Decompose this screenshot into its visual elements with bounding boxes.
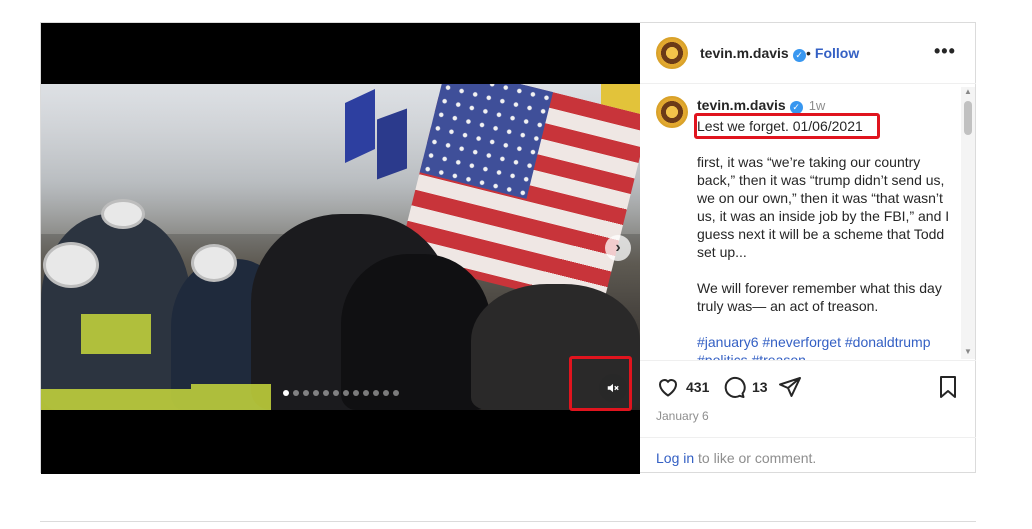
comment-bubble-icon [724, 377, 746, 398]
post-side-panel: tevin.m.davis ✓ • Follow ••• tevin.m.davis… [640, 23, 976, 474]
carousel-dot [353, 390, 359, 396]
carousel-dot [343, 390, 349, 396]
caption-username[interactable]: tevin.m.davis ✓ 1w [697, 97, 825, 114]
like-count: 431 [686, 379, 710, 395]
caption-avatar[interactable] [656, 96, 688, 128]
heart-icon [658, 379, 678, 397]
post-actions: 431 13 January 6 Log in to like or comme… [640, 360, 976, 474]
caption-area[interactable]: tevin.m.davis ✓ 1w Lest we forget. 01/06/2… [640, 84, 976, 360]
paper-plane-icon [779, 377, 801, 397]
comment-button[interactable]: 13 [722, 375, 768, 399]
scene-police-vest [191, 384, 271, 410]
instagram-post: › tevin.m.davis ✓ • Follow ••• tevin.m.d… [40, 22, 976, 474]
login-prompt-text: to like or comment. [694, 450, 817, 466]
carousel-dot [303, 390, 309, 396]
carousel-dot [333, 390, 339, 396]
scene-police-vest [81, 314, 151, 354]
carousel-dot [363, 390, 369, 396]
caption-paragraph: We will forever remember what this day t… [697, 280, 942, 314]
next-slide-button[interactable]: › [605, 235, 631, 261]
carousel-indicator [283, 390, 399, 396]
carousel-dot [393, 390, 399, 396]
scene-helmet [101, 199, 145, 229]
carousel-dot [313, 390, 319, 396]
chevron-right-icon: › [615, 239, 621, 256]
login-prompt: Log in to like or comment. [640, 437, 976, 478]
caption-text: Lest we forget. 01/06/2021 first, it was… [697, 117, 962, 360]
caption-paragraph: first, it was “we’re taking our country … [697, 154, 950, 260]
speaker-muted-icon [607, 383, 619, 393]
carousel-dot [383, 390, 389, 396]
post-date: January 6 [656, 409, 709, 423]
verified-badge-icon: ✓ [789, 101, 803, 114]
carousel-dot [293, 390, 299, 396]
bookmark-icon [940, 376, 956, 398]
scroll-up-arrow-icon[interactable]: ▲ [961, 87, 975, 99]
author-username[interactable]: tevin.m.davis ✓ [700, 45, 806, 62]
carousel-dot [283, 390, 289, 396]
scene-helmet [191, 244, 237, 282]
caption-scrollbar[interactable]: ▲ ▼ [961, 87, 975, 359]
scene-police-vest [41, 389, 191, 410]
follow-button[interactable]: • Follow [806, 45, 859, 61]
caption-first-line: Lest we forget. 01/06/2021 [697, 118, 863, 134]
mute-toggle-button[interactable] [599, 374, 627, 402]
post-media[interactable]: › [41, 23, 640, 474]
scene-blue-flag [377, 108, 407, 180]
more-options-icon[interactable]: ••• [934, 41, 956, 62]
page-divider [40, 521, 976, 522]
share-button[interactable] [778, 375, 802, 399]
scene-crowd [341, 254, 491, 410]
scene-helmet [43, 242, 99, 288]
scroll-down-arrow-icon[interactable]: ▼ [961, 347, 975, 359]
verified-badge-icon: ✓ [792, 49, 806, 62]
save-button[interactable] [937, 375, 959, 399]
video-frame[interactable] [41, 84, 640, 410]
caption-timestamp: 1w [808, 98, 826, 113]
author-avatar[interactable] [656, 37, 688, 69]
carousel-dot [373, 390, 379, 396]
carousel-dot [323, 390, 329, 396]
scrollbar-thumb[interactable] [964, 101, 972, 135]
post-header: tevin.m.davis ✓ • Follow ••• [640, 23, 976, 84]
follow-separator: • [806, 45, 811, 61]
caption-hashtags[interactable]: #january6 #neverforget #donaldtrump #pol… [697, 333, 962, 360]
login-link[interactable]: Log in [656, 450, 694, 466]
follow-label: Follow [814, 45, 860, 61]
like-button[interactable]: 431 [656, 375, 709, 399]
comment-count: 13 [752, 379, 768, 395]
